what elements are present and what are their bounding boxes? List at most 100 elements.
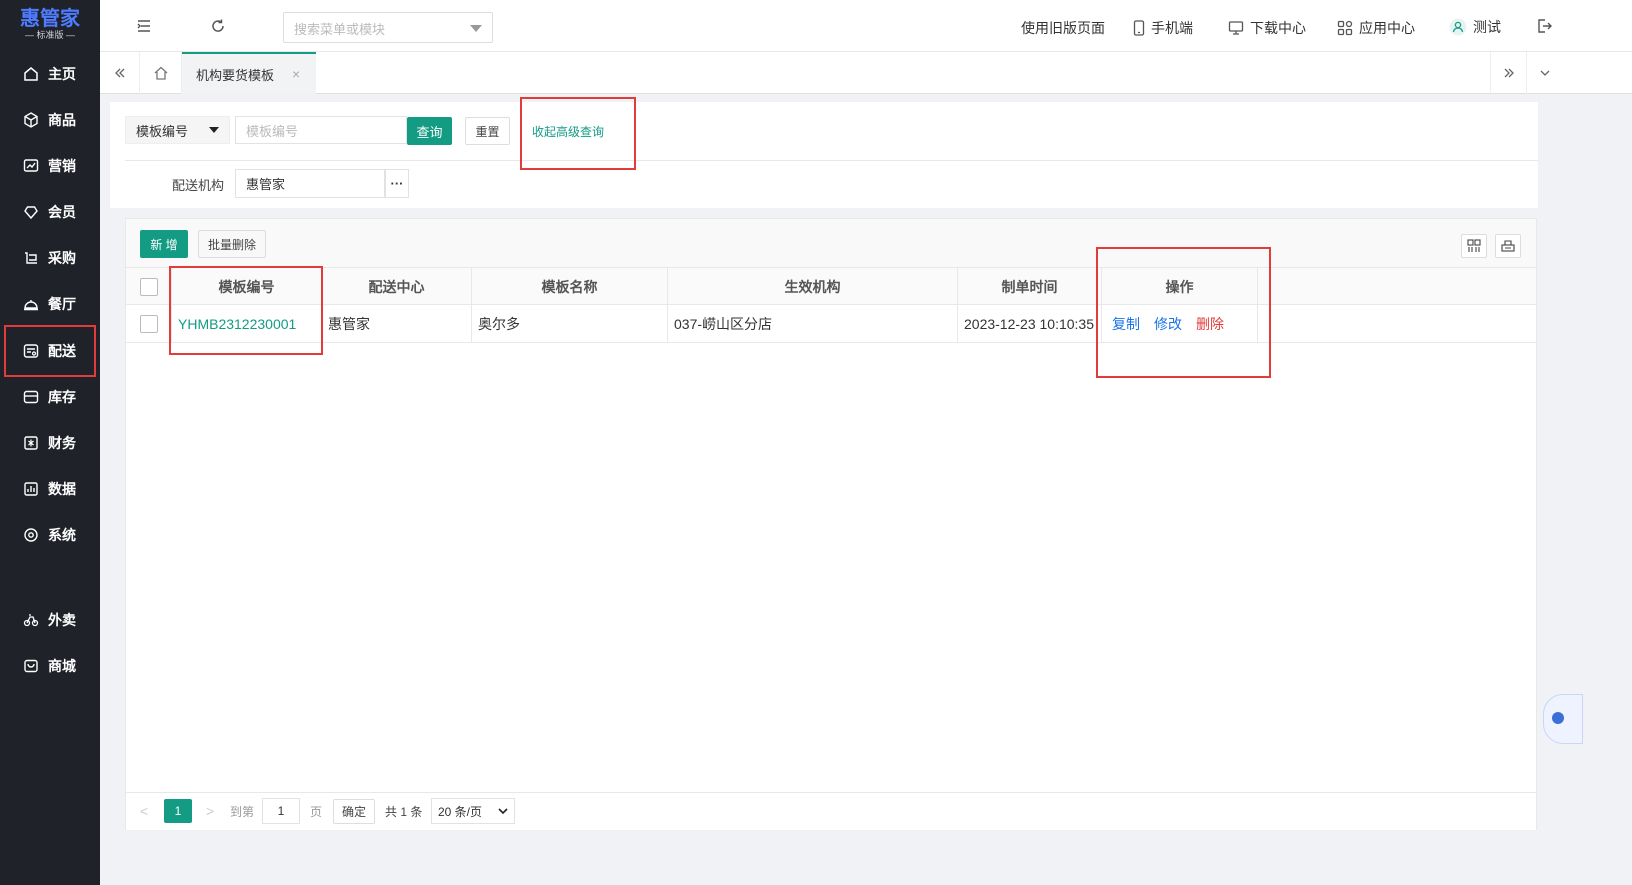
sidebar-item-inventory[interactable]: 库存	[0, 374, 100, 420]
old-version-link[interactable]: 使用旧版页面	[1021, 18, 1105, 38]
sidebar-item-system[interactable]: 系统	[0, 512, 100, 558]
print-icon[interactable]	[1495, 234, 1521, 258]
top-header: 搜索菜单或模块 使用旧版页面 手机端 下载中心 应用中心 测试	[100, 0, 1632, 52]
table-panel: 新 增 批量删除 模板编号 配送中心 模板名称 生效机构 制单时间 操作 YHM…	[125, 218, 1537, 830]
next-page-icon[interactable]: >	[206, 803, 214, 819]
column-header[interactable]: 生效机构	[668, 268, 958, 306]
app-center-label: 应用中心	[1359, 20, 1415, 36]
sidebar-item-goods[interactable]: 商品	[0, 97, 100, 143]
sidebar-item-label: 采购	[48, 250, 76, 266]
sidebar-item-label: 库存	[48, 389, 76, 405]
sidebar-item-label: 商城	[48, 658, 76, 674]
column-header[interactable]: 模板名称	[472, 268, 668, 306]
pagination: < 1 > 到第 1 页 确定 共 1 条 20 条/页	[126, 792, 1536, 830]
sidebar-item-purchase[interactable]: 采购	[0, 235, 100, 281]
query-button[interactable]: 查询	[407, 117, 452, 145]
refresh-icon[interactable]	[210, 18, 226, 34]
column-header[interactable]: 制单时间	[958, 268, 1102, 306]
select-all-checkbox[interactable]	[139, 278, 158, 296]
menu-search-select[interactable]: 搜索菜单或模块	[283, 12, 493, 43]
sidebar-item-marketing[interactable]: 营销	[0, 143, 100, 189]
field-input[interactable]: 模板编号	[235, 116, 407, 144]
tabs-scroll-right-icon[interactable]	[1490, 52, 1526, 94]
sidebar-item-finance[interactable]: 财务	[0, 420, 100, 466]
row-select-cell	[126, 305, 172, 343]
cell-org: 037-崂山区分店	[668, 305, 958, 343]
cell-time: 2023-12-23 10:10:35	[958, 305, 1102, 343]
phone-icon	[1133, 20, 1145, 36]
cell-center: 惠管家	[322, 305, 472, 343]
column-header[interactable]: 配送中心	[322, 268, 472, 306]
tab-close-icon[interactable]: ×	[292, 66, 300, 82]
finance-icon	[22, 434, 40, 452]
logout-icon[interactable]	[1536, 18, 1552, 34]
box-icon	[22, 388, 40, 406]
tabs-scroll-left-icon[interactable]	[100, 52, 140, 94]
cube-icon	[22, 111, 40, 129]
sidebar-item-member[interactable]: 会员	[0, 189, 100, 235]
sidebar-item-label: 营销	[48, 158, 76, 174]
filter-panel: 模板编号 模板编号 查询 重置 收起高级查询 配送机构 惠管家 ···	[110, 102, 1538, 208]
sidebar-item-restaurant[interactable]: 餐厅	[0, 281, 100, 327]
assistant-icon	[1552, 712, 1564, 724]
page-size-select[interactable]: 20 条/页	[431, 798, 515, 824]
cart-icon	[22, 249, 40, 267]
field-select-value: 模板编号	[136, 123, 189, 139]
select-all-cell	[126, 268, 172, 306]
download-center-label: 下载中心	[1250, 20, 1306, 36]
sidebar-item-label: 餐厅	[48, 296, 76, 312]
goto-label: 到第	[230, 805, 255, 819]
org-picker-button[interactable]: ···	[385, 169, 409, 198]
sidebar: 惠管家 — 标准版 — 主页 商品 营销 会员 采购 餐厅 配送 库存 财务 数…	[0, 0, 100, 885]
app-center-button[interactable]: 应用中心	[1337, 18, 1415, 38]
column-header[interactable]: 模板编号	[172, 268, 322, 306]
page-size-value: 20 条/页	[438, 804, 483, 819]
prev-page-icon[interactable]: <	[140, 803, 148, 819]
dish-icon	[22, 295, 40, 313]
download-center-button[interactable]: 下载中心	[1228, 18, 1306, 38]
total-count: 共 1 条	[385, 805, 423, 819]
edit-link[interactable]: 修改	[1154, 314, 1182, 334]
page-number[interactable]: 1	[164, 799, 192, 823]
mobile-button[interactable]: 手机端	[1133, 18, 1193, 38]
tabs-bar: 机构要货模板 ×	[100, 52, 1632, 94]
user-menu-button[interactable]: 测试	[1449, 17, 1501, 37]
sidebar-item-label: 主页	[48, 66, 76, 82]
cell-actions: 复制 修改 删除	[1102, 305, 1258, 343]
goto-page-input[interactable]: 1	[262, 798, 300, 824]
truck-icon	[22, 342, 40, 360]
collapse-advanced-link[interactable]: 收起高级查询	[532, 123, 604, 140]
copy-link[interactable]: 复制	[1112, 314, 1140, 334]
logo: 惠管家 — 标准版 —	[0, 0, 100, 48]
batch-delete-button[interactable]: 批量删除	[198, 230, 266, 258]
sidebar-item-mall[interactable]: 商城	[0, 643, 100, 689]
delete-link[interactable]: 删除	[1196, 314, 1224, 334]
sidebar-item-takeout[interactable]: 外卖	[0, 597, 100, 643]
tab-template[interactable]: 机构要货模板 ×	[182, 52, 316, 94]
template-code-link[interactable]: YHMB2312230001	[172, 305, 322, 343]
sidebar-item-delivery[interactable]: 配送	[4, 325, 96, 377]
sidebar-item-label: 系统	[48, 527, 76, 543]
field-select[interactable]: 模板编号	[125, 116, 230, 144]
column-settings-icon[interactable]	[1461, 234, 1487, 258]
tabs-dropdown-icon[interactable]	[1526, 52, 1562, 94]
goto-confirm-button[interactable]: 确定	[333, 799, 375, 824]
sidebar-item-data[interactable]: 数据	[0, 466, 100, 512]
assistant-float-button[interactable]	[1543, 694, 1583, 744]
sidebar-item-label: 商品	[48, 112, 76, 128]
org-input[interactable]: 惠管家	[235, 169, 385, 198]
data-icon	[22, 480, 40, 498]
reset-button[interactable]: 重置	[465, 117, 510, 145]
field-input-placeholder: 模板编号	[246, 123, 299, 139]
row-checkbox[interactable]	[139, 315, 158, 333]
menu-toggle-icon[interactable]	[136, 18, 152, 34]
brand-name: 惠管家	[20, 6, 80, 30]
page-unit-label: 页	[310, 805, 323, 819]
user-avatar-icon	[1449, 18, 1467, 36]
sidebar-item-home[interactable]: 主页	[0, 51, 100, 97]
table-row: YHMB2312230001 惠管家 奥尔多 037-崂山区分店 2023-12…	[126, 305, 1536, 343]
org-label: 配送机构	[172, 178, 225, 193]
filter-divider	[125, 160, 1538, 161]
add-button[interactable]: 新 增	[140, 230, 188, 258]
tab-home-icon[interactable]	[140, 52, 182, 94]
